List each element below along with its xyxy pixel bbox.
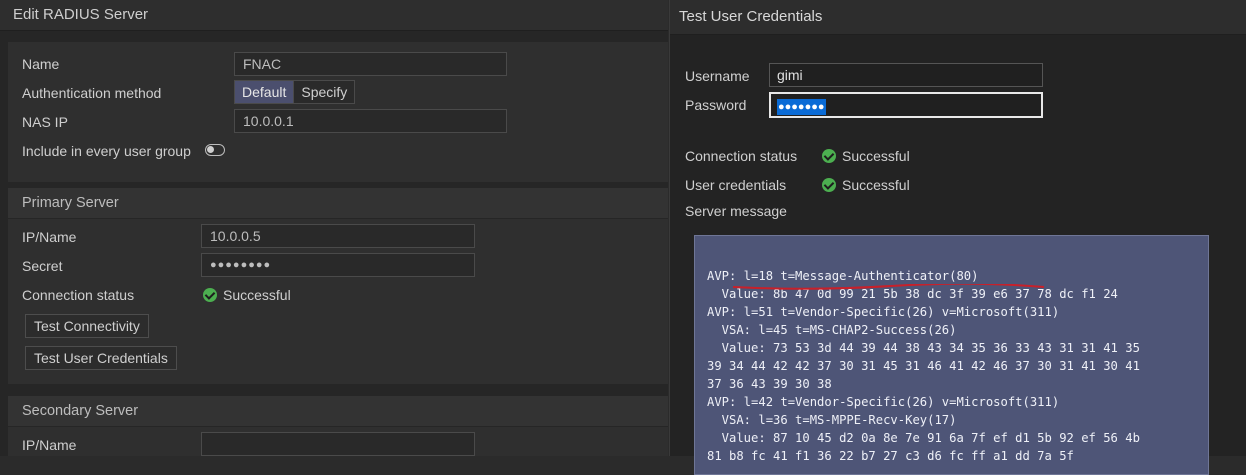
primary-server-header: Primary Server — [8, 188, 668, 219]
server-message-box[interactable]: AVP: l=18 t=Message-Authenticator(80) Va… — [694, 235, 1209, 475]
red-underline-annotation — [732, 284, 1045, 290]
check-circle-icon — [822, 178, 836, 192]
primary-ip-label: IP/Name — [22, 229, 77, 245]
nas-ip-label: NAS IP — [22, 114, 68, 130]
toggle-switch-icon[interactable] — [205, 144, 225, 156]
password-field[interactable]: ●●●●●●● — [769, 92, 1043, 118]
msg-line: AVP: l=18 t=Message-Authenticator(80) — [707, 269, 979, 283]
primary-server-section: Primary Server IP/Name 10.0.0.5 Secret ●… — [8, 188, 668, 384]
user-credentials-value: Successful — [842, 177, 910, 193]
password-selected-text: ●●●●●●● — [777, 99, 826, 115]
primary-secret-label: Secret — [22, 258, 63, 274]
user-credentials-status: Successful — [822, 177, 910, 193]
auth-method-toggle: Default Specify — [234, 80, 356, 104]
user-credentials-label: User credentials — [685, 177, 787, 193]
msg-line: Value: 87 10 45 d2 0a 8e 7e 91 6a 7f ef … — [707, 431, 1140, 445]
username-label: Username — [685, 68, 750, 84]
connection-status: Successful — [822, 148, 910, 164]
connection-status-label: Connection status — [685, 148, 798, 164]
msg-line: VSA: l=36 t=MS-MPPE-Recv-Key(17) — [707, 413, 957, 427]
edit-radius-server-panel: Edit RADIUS Server Name FNAC Authenticat… — [0, 0, 668, 456]
msg-line: 81 b8 fc 41 f1 36 22 b7 27 c3 d6 fc ff a… — [707, 449, 1074, 463]
primary-status-label: Connection status — [22, 287, 135, 303]
connection-status-value: Successful — [842, 148, 910, 164]
name-field[interactable]: FNAC — [234, 52, 507, 76]
secondary-ip-field[interactable] — [201, 432, 475, 456]
primary-status: Successful — [203, 287, 291, 303]
msg-line: AVP: l=42 t=Vendor-Specific(26) v=Micros… — [707, 395, 1060, 409]
name-label: Name — [22, 56, 60, 72]
server-message-label: Server message — [685, 203, 787, 219]
secondary-ip-label: IP/Name — [22, 437, 77, 453]
secondary-server-section: Secondary Server IP/Name — [8, 396, 668, 456]
msg-line: 37 36 43 39 30 38 — [707, 377, 832, 391]
primary-ip-field[interactable]: 10.0.0.5 — [201, 224, 475, 248]
msg-line: Value: 73 53 3d 44 39 44 38 43 34 35 36 … — [707, 341, 1140, 355]
panel-title: Edit RADIUS Server — [0, 0, 668, 31]
nas-ip-field[interactable]: 10.0.0.1 — [234, 109, 507, 133]
secondary-server-header: Secondary Server — [8, 396, 668, 427]
test-user-credentials-button[interactable]: Test User Credentials — [25, 346, 177, 370]
test-user-credentials-dialog: Test User Credentials Username gimi Pass… — [669, 0, 1246, 475]
test-connectivity-button[interactable]: Test Connectivity — [25, 314, 149, 338]
auth-method-label: Authentication method — [22, 85, 162, 101]
password-label: Password — [685, 97, 747, 113]
check-circle-icon — [822, 149, 836, 163]
dialog-title: Test User Credentials — [670, 0, 1246, 35]
primary-status-value: Successful — [223, 287, 291, 303]
auth-specify-option[interactable]: Specify — [293, 81, 355, 103]
msg-line: AVP: l=51 t=Vendor-Specific(26) v=Micros… — [707, 305, 1060, 319]
primary-secret-field[interactable]: ●●●●●●●● — [201, 253, 475, 277]
msg-line: 39 34 44 42 42 37 30 31 45 31 46 41 42 4… — [707, 359, 1140, 373]
msg-line: VSA: l=45 t=MS-CHAP2-Success(26) — [707, 323, 957, 337]
include-every-group-label: Include in every user group — [22, 143, 191, 159]
general-section: Name FNAC Authentication method Default … — [8, 42, 668, 182]
username-field[interactable]: gimi — [769, 63, 1043, 87]
check-circle-icon — [203, 288, 217, 302]
auth-default-option[interactable]: Default — [235, 81, 294, 103]
